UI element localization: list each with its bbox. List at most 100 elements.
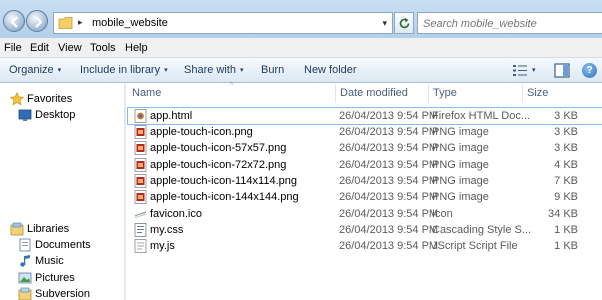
- file-name: app.html: [150, 110, 193, 122]
- file-name: apple-touch-icon-114x114.png: [150, 175, 297, 187]
- nav-item-documents[interactable]: Documents: [18, 237, 118, 253]
- file-size: 9 KB: [554, 191, 578, 203]
- file-row[interactable]: app.html 26/04/2013 9:54 PM Firefox HTML…: [127, 107, 602, 125]
- menu-bar: File Edit View Tools Help: [0, 38, 602, 58]
- file-date: 26/04/2013 9:54 PM: [339, 240, 439, 252]
- file-row[interactable]: favicon.ico 26/04/2013 9:54 PM Icon 34 K…: [128, 206, 602, 222]
- css-file-icon: [134, 223, 147, 237]
- chevron-down-icon: ▾: [239, 67, 244, 74]
- help-icon[interactable]: ?: [582, 63, 597, 78]
- file-date: 26/04/2013 9:54 PM: [339, 110, 439, 122]
- column-header-type[interactable]: Type: [429, 84, 523, 102]
- nav-item-favorites[interactable]: Favorites: [10, 91, 120, 107]
- file-row[interactable]: my.js 26/04/2013 9:54 PM JScript Script …: [128, 238, 602, 254]
- nav-item-label: Favorites: [27, 93, 73, 105]
- column-header-size[interactable]: Size: [523, 84, 602, 102]
- search-input[interactable]: [423, 16, 593, 31]
- file-date: 26/04/2013 9:54 PM: [339, 208, 439, 220]
- new-folder-button[interactable]: New folder: [304, 64, 357, 76]
- file-size: 4 KB: [554, 159, 578, 171]
- breadcrumb-separator[interactable]: ▸: [78, 17, 83, 28]
- menu-help[interactable]: Help: [125, 42, 148, 54]
- nav-item-label: Subversion: [35, 288, 91, 300]
- file-type: PNG image: [432, 175, 489, 187]
- nav-item-libraries[interactable]: Libraries: [10, 221, 120, 237]
- file-size: 7 KB: [554, 175, 578, 187]
- nav-item-music[interactable]: Music: [18, 253, 118, 269]
- file-row[interactable]: my.css 26/04/2013 9:54 PM Cascading Styl…: [128, 222, 602, 238]
- file-type: PNG image: [432, 159, 489, 171]
- png-image-icon: [134, 125, 147, 139]
- libraries-icon: [10, 222, 24, 236]
- file-date: 26/04/2013 9:54 PM: [339, 142, 439, 154]
- desktop-icon: [18, 109, 32, 121]
- file-type: PNG image: [432, 191, 489, 203]
- file-size: 1 KB: [554, 240, 578, 252]
- folder-icon: [58, 17, 73, 29]
- file-name: apple-touch-icon.png: [150, 126, 253, 138]
- organize-button[interactable]: Organize ▾: [9, 64, 61, 76]
- column-header-date-modified[interactable]: Date modified: [336, 84, 429, 102]
- file-size: 3 KB: [554, 110, 578, 122]
- file-type: Cascading Style S...: [432, 224, 532, 236]
- pictures-icon: [18, 272, 32, 284]
- star-icon: [10, 92, 24, 106]
- chevron-down-icon: ▾: [57, 67, 62, 74]
- file-name: my.js: [150, 240, 175, 252]
- column-header-label: Date modified: [340, 87, 408, 99]
- sort-ascending-icon: ^: [229, 82, 234, 89]
- change-view-icon[interactable]: [512, 64, 528, 77]
- file-row[interactable]: apple-touch-icon.png 26/04/2013 9:54 PM …: [128, 124, 602, 140]
- file-row[interactable]: apple-touch-icon-72x72.png 26/04/2013 9:…: [128, 157, 602, 173]
- file-date: 26/04/2013 9:54 PM: [339, 175, 439, 187]
- menu-tools[interactable]: Tools: [90, 42, 116, 54]
- file-row[interactable]: apple-touch-icon-144x144.png 26/04/2013 …: [128, 189, 602, 205]
- chevron-down-icon: ▾: [164, 67, 168, 74]
- menu-view[interactable]: View: [58, 42, 82, 54]
- share-with-label: Share with: [184, 64, 236, 76]
- menu-edit[interactable]: Edit: [30, 42, 49, 54]
- include-in-library-label: Include in library: [80, 64, 161, 76]
- chevron-down-icon[interactable]: ▾: [382, 18, 387, 29]
- file-row[interactable]: apple-touch-icon-57x57.png 26/04/2013 9:…: [128, 140, 602, 156]
- file-name: apple-touch-icon-144x144.png: [150, 191, 299, 203]
- search-box[interactable]: [417, 12, 602, 34]
- file-type: PNG image: [432, 126, 489, 138]
- nav-item-pictures[interactable]: Pictures: [18, 270, 118, 286]
- file-date: 26/04/2013 9:54 PM: [339, 191, 439, 203]
- pane-splitter[interactable]: [124, 84, 126, 300]
- forward-button[interactable]: [26, 10, 48, 32]
- preview-pane-icon[interactable]: [554, 63, 570, 78]
- burn-button[interactable]: Burn: [261, 64, 284, 76]
- arrow-left-icon: [10, 16, 18, 28]
- file-date: 26/04/2013 9:54 PM: [339, 159, 439, 171]
- js-file-icon: [134, 239, 147, 253]
- menu-file[interactable]: File: [4, 42, 22, 54]
- organize-label: Organize: [9, 64, 54, 76]
- file-type: Icon: [432, 208, 453, 220]
- file-date: 26/04/2013 9:54 PM: [339, 126, 439, 138]
- breadcrumb-current-folder[interactable]: mobile_website: [92, 17, 168, 29]
- column-headers: ^ Name Date modified Type Size: [128, 82, 602, 102]
- file-size: 34 KB: [548, 208, 578, 220]
- file-date: 26/04/2013 9:54 PM: [339, 224, 439, 236]
- share-with-button[interactable]: Share with ▾: [184, 64, 244, 76]
- column-header-label: Size: [527, 87, 549, 99]
- file-row[interactable]: apple-touch-icon-114x114.png 26/04/2013 …: [128, 173, 602, 189]
- music-icon: [20, 255, 30, 267]
- command-bar: Organize ▾ Include in library ▾ Share with…: [0, 58, 602, 83]
- file-type: Firefox HTML Doc...: [432, 110, 530, 122]
- view-options-chevron-icon[interactable]: ▾: [532, 66, 536, 74]
- column-header-name[interactable]: ^ Name: [128, 82, 336, 102]
- address-bar[interactable]: ▸ mobile_website ▾: [53, 12, 393, 34]
- file-size: 3 KB: [554, 142, 578, 154]
- nav-item-subversion[interactable]: Subversion: [18, 286, 118, 300]
- file-name: apple-touch-icon-72x72.png: [150, 159, 287, 171]
- nav-item-desktop[interactable]: Desktop: [18, 107, 118, 123]
- file-name: my.css: [150, 224, 184, 236]
- back-button[interactable]: [3, 10, 25, 32]
- refresh-button[interactable]: [394, 12, 414, 34]
- include-in-library-button[interactable]: Include in library ▾: [80, 64, 168, 76]
- ico-file-icon: [134, 211, 147, 219]
- file-type: JScript Script File: [432, 240, 518, 252]
